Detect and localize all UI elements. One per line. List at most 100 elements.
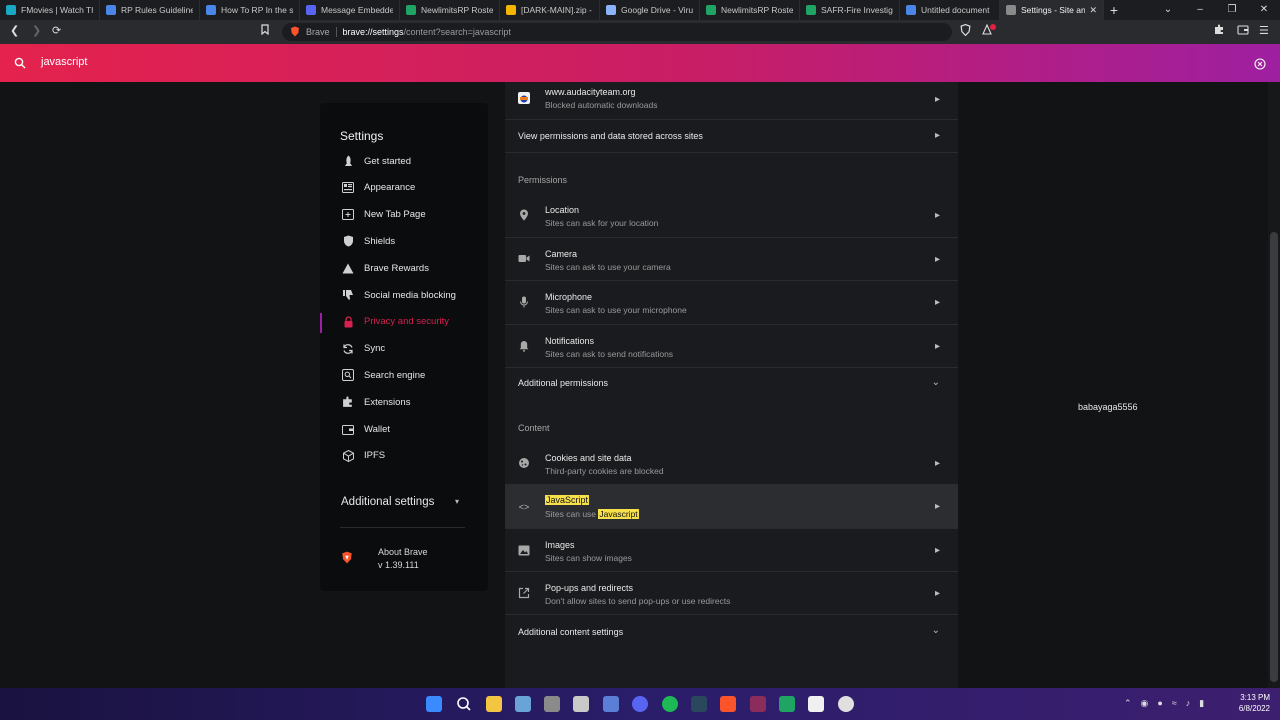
reload-icon[interactable]: ⟳	[52, 24, 61, 37]
additional-permissions-row[interactable]: Additional permissions ⌄	[505, 368, 958, 398]
sidebar-item-privacy-and-security[interactable]: Privacy and security	[320, 311, 488, 333]
steam-icon[interactable]	[691, 696, 707, 712]
tab-favicon-icon	[1006, 5, 1016, 15]
browser-tab[interactable]: Untitled document	[900, 0, 1000, 20]
permission-title: Notifications	[545, 335, 595, 346]
browser-tab[interactable]: Settings - Site an ✕	[1000, 0, 1104, 20]
microphone-tray-icon[interactable]: ●	[1157, 698, 1162, 709]
app-icon[interactable]	[603, 696, 619, 712]
file-explorer-icon[interactable]	[486, 696, 502, 712]
tray-chevron-icon[interactable]: ⌃	[1124, 698, 1132, 709]
snipping-icon[interactable]	[573, 696, 589, 712]
tab-title: FMovies | Watch The	[21, 5, 93, 15]
page-scrollbar[interactable]	[1268, 82, 1280, 688]
javascript-row[interactable]: <> JavaScript Sites can use Javascript ▸	[505, 485, 958, 529]
sidebar-item-wallet[interactable]: Wallet	[320, 418, 488, 440]
discord-icon[interactable]	[632, 696, 648, 712]
browser-tab[interactable]: NewlimitsRP Roster	[700, 0, 800, 20]
sidebar-item-label: Shields	[364, 235, 396, 247]
permission-row-camera[interactable]: Camera Sites can ask to use your camera ▸	[505, 238, 958, 281]
sidebar-item-shields[interactable]: Shields	[320, 230, 488, 252]
browser-tab[interactable]: Google Drive - Virus	[600, 0, 700, 20]
sidebar-item-label: Sync	[364, 343, 386, 355]
volume-icon[interactable]: ♪	[1186, 698, 1191, 709]
additional-settings-label: Additional settings	[341, 496, 435, 508]
scrollbar-thumb[interactable]	[1270, 232, 1278, 682]
settings-content: www.audacityteam.org Blocked automatic d…	[505, 82, 958, 688]
wallet-toolbar-icon[interactable]	[1237, 24, 1249, 38]
sidebar-item-ipfs[interactable]: IPFS	[320, 445, 488, 467]
battery-icon[interactable]: ▮	[1199, 698, 1204, 709]
bookmark-icon[interactable]	[260, 24, 270, 38]
sidebar-item-label: IPFS	[364, 450, 386, 462]
browser-tab[interactable]: FMovies | Watch The	[0, 0, 100, 20]
tab-title: NewlimitsRP Roster	[721, 5, 793, 15]
permission-row-location[interactable]: Location Sites can ask for your location ▸	[505, 194, 958, 238]
tab-favicon-icon	[906, 5, 916, 15]
browser-tab[interactable]: RP Rules Guidelines a	[100, 0, 200, 20]
sidebar-item-appearance[interactable]: Appearance	[320, 177, 488, 199]
search-input[interactable]: javascript	[41, 56, 87, 68]
forward-icon[interactable]: ❯	[32, 24, 41, 37]
sidebar-item-label: Wallet	[364, 423, 391, 435]
sidebar-item-extensions[interactable]: Extensions	[320, 391, 488, 413]
winrar-icon[interactable]	[750, 696, 766, 712]
permission-title: Camera	[545, 248, 578, 259]
browser-tab[interactable]: How To RP In the serv	[200, 0, 300, 20]
sidebar-item-sync[interactable]: Sync	[320, 338, 488, 360]
menu-icon[interactable]: ☰	[1259, 24, 1269, 37]
clear-search-icon[interactable]	[1254, 57, 1266, 75]
start-icon[interactable]	[426, 696, 442, 712]
brave-rewards-icon[interactable]	[982, 23, 996, 39]
chrome-taskbar-icon[interactable]	[838, 696, 854, 712]
javascript-sub: Sites can use Javascript	[545, 509, 639, 519]
search-taskbar-icon[interactable]	[456, 696, 472, 712]
view-permissions-row[interactable]: View permissions and data stored across …	[505, 120, 958, 153]
additional-content-row[interactable]: Additional content settings ⌄	[505, 616, 958, 648]
new-tab-icon[interactable]: +	[1104, 0, 1124, 20]
extensions-icon[interactable]	[1214, 24, 1225, 38]
sidebar-item-get-started[interactable]: Get started	[320, 150, 488, 172]
images-row[interactable]: Images Sites can show images ▸	[505, 529, 958, 572]
brave-shields-button-icon[interactable]	[960, 23, 971, 39]
sidebar-item-social-media-blocking[interactable]: Social media blocking	[320, 284, 488, 306]
settings-app-icon[interactable]	[544, 696, 560, 712]
brave-taskbar-icon[interactable]	[720, 696, 736, 712]
site-row-audacityteam[interactable]: www.audacityteam.org Blocked automatic d…	[505, 82, 958, 120]
sheets-taskbar-icon[interactable]	[779, 696, 795, 712]
about-brave[interactable]: About Brave v 1.39.111	[378, 546, 428, 572]
wifi-icon[interactable]: ≈	[1172, 698, 1177, 709]
permission-sub: Sites can ask to send notifications	[545, 348, 674, 359]
close-window-icon[interactable]: ✕	[1248, 0, 1280, 20]
spotify-icon[interactable]	[662, 696, 678, 712]
cookie-icon	[518, 457, 530, 469]
additional-settings-toggle[interactable]: Additional settings ▾	[341, 496, 459, 508]
browser-tab[interactable]: NewlimitsRP Roster	[400, 0, 500, 20]
cookies-row[interactable]: Cookies and site data Third-party cookie…	[505, 442, 958, 485]
permission-row-notifications[interactable]: Notifications Sites can ask to send notif…	[505, 325, 958, 368]
lock-icon	[342, 316, 354, 328]
notion-icon[interactable]	[808, 696, 824, 712]
browser-tab[interactable]: SAFR-Fire Investigat	[800, 0, 900, 20]
tab-search-icon[interactable]: ⌄	[1152, 0, 1184, 20]
popups-row[interactable]: Pop-ups and redirects Don't allow sites …	[505, 572, 958, 615]
sidebar-item-brave-rewards[interactable]: Brave Rewards	[320, 257, 488, 279]
tray-app-icon[interactable]: ◉	[1141, 698, 1149, 709]
photos-icon[interactable]	[515, 696, 531, 712]
images-title: Images	[545, 540, 575, 550]
minimize-icon[interactable]: –	[1184, 0, 1216, 20]
close-tab-icon[interactable]: ✕	[1089, 5, 1097, 16]
address-bar[interactable]: Brave brave://settings/content?search=ja…	[282, 23, 952, 41]
sidebar-item-new-tab-page[interactable]: New Tab Page	[320, 204, 488, 226]
browser-tab[interactable]: Message Embedder	[300, 0, 400, 20]
restore-icon[interactable]: ❐	[1216, 0, 1248, 20]
back-icon[interactable]: ❮	[10, 24, 19, 37]
permission-row-microphone[interactable]: Microphone Sites can ask to use your micr…	[505, 281, 958, 325]
sidebar-item-search-engine[interactable]: Search engine	[320, 364, 488, 386]
chevron-right-icon: ▸	[934, 340, 940, 352]
browser-tab[interactable]: [DARK-MAIN].zip - G	[500, 0, 600, 20]
tab-favicon-icon	[306, 5, 316, 15]
taskbar-clock[interactable]: 3:13 PM 6/8/2022	[1239, 692, 1270, 714]
tab-favicon-icon	[806, 5, 816, 15]
brave-logo-icon	[341, 551, 353, 569]
